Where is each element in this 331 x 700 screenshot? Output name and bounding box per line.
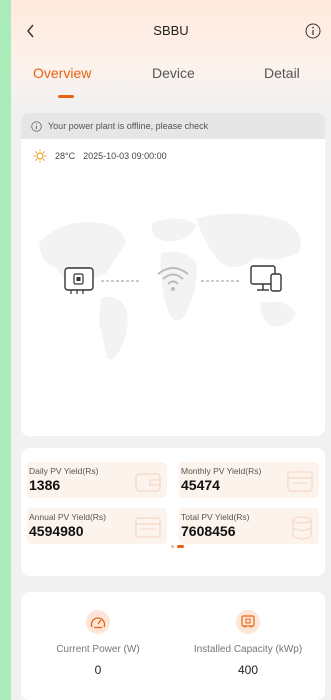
info-button[interactable] — [303, 20, 323, 42]
monitor-phone-icon — [250, 265, 282, 292]
annual-yield-stat: Annual PV Yield(Rs) 4594980 — [27, 508, 167, 544]
current-power-metric: Current Power (W) 0 — [23, 602, 173, 677]
connection-line-left — [101, 280, 141, 282]
tab-overview[interactable]: Overview — [33, 65, 91, 81]
page-title: SBBU — [153, 23, 189, 38]
total-yield-stat: Total PV Yield(Rs) 7608456 — [179, 508, 319, 544]
inverter-icon — [64, 267, 94, 294]
app-screen: SBBU Overview Device Detail Your power p… — [11, 0, 331, 700]
carousel-pager[interactable] — [171, 545, 184, 548]
pager-dot-active[interactable] — [177, 545, 184, 548]
offline-banner-text: Your power plant is offline, please chec… — [48, 121, 209, 131]
monthly-yield-stat: Monthly PV Yield(Rs) 45474 — [179, 462, 319, 498]
pager-dot[interactable] — [171, 545, 174, 548]
gauge-icon — [86, 610, 110, 634]
current-power-label: Current Power (W) — [56, 644, 140, 655]
sun-icon — [33, 149, 47, 163]
power-capacity-card: Current Power (W) 0 Installed Capacity (… — [21, 592, 325, 700]
installed-capacity-label: Installed Capacity (kWp) — [193, 644, 303, 655]
installed-capacity-metric: Installed Capacity (kWp) 400 — [173, 602, 323, 677]
monthly-yield-label: Monthly PV Yield(Rs) — [181, 466, 262, 476]
wifi-offline-icon — [157, 267, 189, 291]
connection-line-right — [201, 280, 241, 282]
pv-yield-card: Daily PV Yield(Rs) 1386 Monthly PV Yield… — [21, 448, 325, 576]
daily-yield-label: Daily PV Yield(Rs) — [29, 466, 99, 476]
plant-flow-diagram — [21, 163, 325, 393]
tab-device[interactable]: Device — [152, 65, 195, 81]
info-icon — [31, 120, 42, 132]
info-icon — [305, 23, 321, 39]
monthly-yield-value: 45474 — [181, 477, 220, 493]
daily-yield-stat: Daily PV Yield(Rs) 1386 — [27, 462, 167, 498]
daily-yield-value: 1386 — [29, 477, 61, 493]
current-power-value: 0 — [94, 663, 102, 677]
weather-row: 28°C 2025-10-03 09:00:00 — [21, 139, 325, 163]
active-tab-indicator — [58, 95, 74, 98]
annual-yield-value: 4594980 — [29, 523, 84, 539]
plant-status-card: Your power plant is offline, please chec… — [21, 113, 325, 436]
total-yield-label: Total PV Yield(Rs) — [181, 512, 250, 522]
offline-banner[interactable]: Your power plant is offline, please chec… — [21, 113, 325, 139]
inverter-icon — [236, 610, 260, 634]
temperature: 28°C — [55, 151, 76, 161]
total-yield-value: 7608456 — [181, 523, 236, 539]
tab-detail[interactable]: Detail — [264, 65, 300, 81]
annual-yield-label: Annual PV Yield(Rs) — [29, 512, 107, 522]
header: SBBU Overview Device Detail — [11, 0, 331, 108]
installed-capacity-value: 400 — [237, 663, 259, 677]
weather-datetime: 2025-10-03 09:00:00 — [83, 151, 167, 161]
